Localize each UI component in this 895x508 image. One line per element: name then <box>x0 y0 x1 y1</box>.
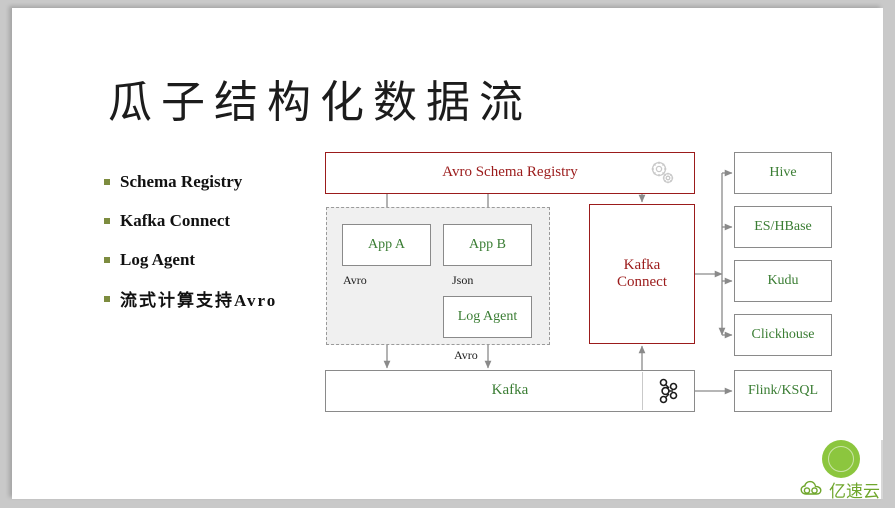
slide-canvas: 瓜子结构化数据流 Schema Registry Kafka Connect L… <box>12 8 883 499</box>
log-agent-node[interactable]: Log Agent <box>443 296 532 338</box>
app-a-node[interactable]: App A <box>342 224 431 266</box>
sink-node-es-hbase[interactable]: ES/HBase <box>734 206 832 248</box>
app-b-label: App B <box>469 236 506 252</box>
edge-label-app-b-output: Json <box>452 273 474 287</box>
kafka-connect-label: Kafka Connect <box>617 257 667 292</box>
avro-schema-registry-node[interactable]: Avro Schema Registry <box>325 152 695 194</box>
sink-node-kudu[interactable]: Kudu <box>734 260 832 302</box>
sink-label: Clickhouse <box>751 326 815 342</box>
architecture-diagram: Avro Schema Registry App A App B Log Age… <box>12 8 883 499</box>
sink-label: ES/HBase <box>754 218 812 234</box>
app-b-node[interactable]: App B <box>443 224 532 266</box>
registry-label: Avro Schema Registry <box>442 164 578 181</box>
watermark-circle-inner <box>828 446 854 472</box>
sink-node-hive[interactable]: Hive <box>734 152 832 194</box>
kafka-logo-icon <box>642 372 693 410</box>
kafka-connect-label-line1: Kafka <box>623 256 661 273</box>
kafka-label: Kafka <box>491 382 529 399</box>
scrollbar[interactable] <box>881 440 883 499</box>
edge-label-log-agent-output: Avro <box>454 348 478 362</box>
log-agent-label: Log Agent <box>457 308 518 324</box>
watermark: 亿速云 <box>800 440 883 499</box>
sink-label: Kudu <box>767 272 799 288</box>
edge-label-app-a-output: Avro <box>343 273 367 287</box>
gears-icon <box>651 161 674 184</box>
app-a-label: App A <box>368 236 405 252</box>
kafka-node[interactable]: Kafka <box>325 370 695 412</box>
sink-label: Hive <box>769 164 797 180</box>
kafka-connect-node[interactable]: Kafka Connect <box>589 204 695 344</box>
cloud-icon <box>800 480 822 495</box>
sink-node-clickhouse[interactable]: Clickhouse <box>734 314 832 356</box>
kafka-connect-label-line2: Connect <box>617 274 667 290</box>
sink-label: Flink/KSQL <box>747 382 818 398</box>
watermark-text: 亿速云 <box>829 481 880 500</box>
watermark-brand: 亿速云 <box>800 478 880 499</box>
sink-node-flink-ksql[interactable]: Flink/KSQL <box>734 370 832 412</box>
watermark-circle <box>822 440 860 478</box>
